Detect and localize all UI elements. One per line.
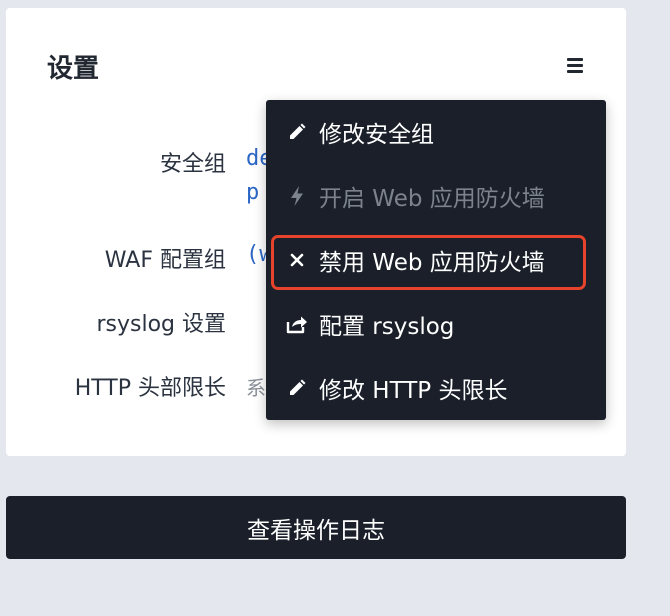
actions-dropdown-menu: 修改安全组 开启 Web 应用防火墙 禁用 Web 应用防火墙 配置 rsysl…: [266, 100, 606, 420]
menu-item-label: 修改 HTTP 头限长: [319, 378, 508, 404]
hamburger-icon-bar: [567, 64, 583, 67]
menu-item-label: 配置 rsyslog: [319, 314, 455, 340]
pencil-icon: [286, 121, 308, 143]
menu-item-disable-waf[interactable]: 禁用 Web 应用防火墙: [266, 228, 606, 292]
menu-item-label: 开启 Web 应用防火墙: [319, 186, 545, 212]
waf-group-label: WAF 配置组: [104, 248, 226, 273]
page-title: 设置: [47, 54, 100, 84]
menu-item-enable-waf: 开启 Web 应用防火墙: [266, 164, 606, 228]
http-header-limit-label: HTTP 头部限长: [74, 376, 226, 401]
hamburger-icon-bar: [567, 58, 583, 61]
share-icon: [286, 313, 308, 335]
menu-item-label: 禁用 Web 应用防火墙: [319, 250, 545, 276]
rsyslog-label: rsyslog 设置: [96, 312, 226, 337]
close-icon: [286, 249, 308, 271]
view-operation-log-button[interactable]: 查看操作日志: [6, 496, 626, 559]
menu-item-configure-rsyslog[interactable]: 配置 rsyslog: [266, 292, 606, 356]
page: 设置 安全组 de p WAF 配置组 (w rsyslog 设置 HTTP 头…: [0, 0, 670, 616]
http-header-limit-value: 系: [246, 376, 266, 400]
menu-item-label: 修改安全组: [319, 122, 434, 148]
pencil-icon: [286, 377, 308, 399]
security-group-label: 安全组: [159, 152, 226, 177]
menu-toggle-button[interactable]: [562, 52, 588, 78]
hamburger-icon-bar: [567, 70, 583, 73]
menu-item-edit-security-group[interactable]: 修改安全组: [266, 100, 606, 164]
security-group-value-line2[interactable]: p: [246, 180, 259, 205]
lightning-icon: [286, 185, 308, 207]
menu-item-edit-http-header-limit[interactable]: 修改 HTTP 头限长: [266, 356, 606, 420]
